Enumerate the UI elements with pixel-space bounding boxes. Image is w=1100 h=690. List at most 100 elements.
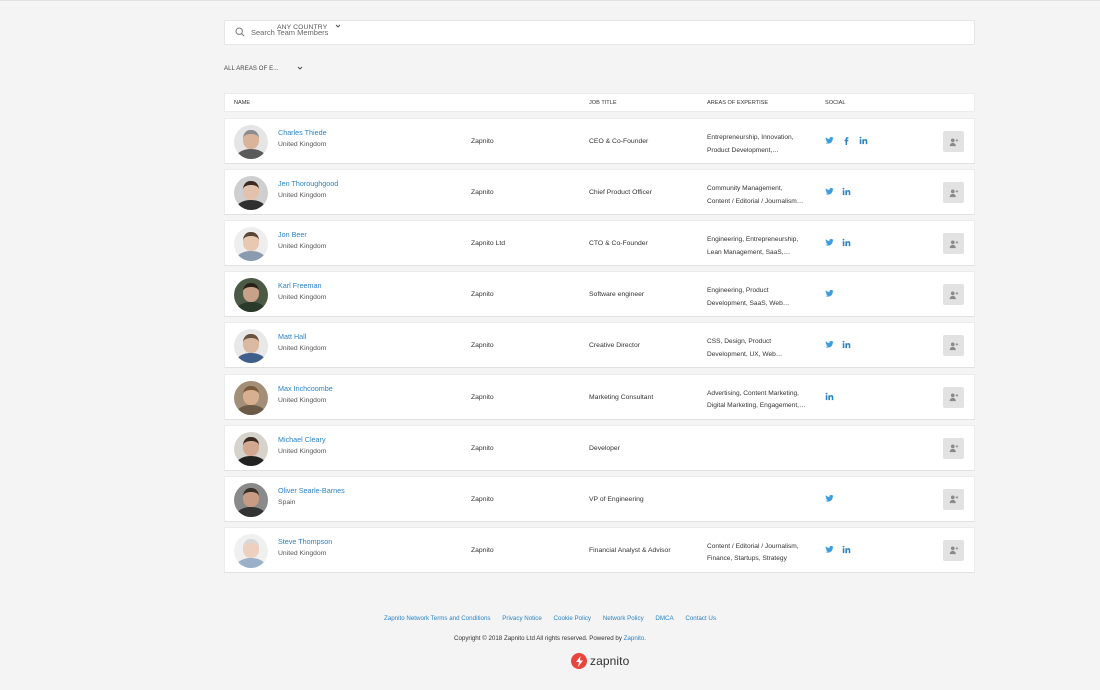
country-filter[interactable]: ANY COUNTRY <box>277 22 975 32</box>
footer-link-contact[interactable]: Contact Us <box>685 615 716 622</box>
follow-button[interactable] <box>943 335 964 357</box>
expertise-line: Digital Marketing, Engagement,… <box>707 402 806 409</box>
member-expertise: Engineering, Entrepreneurship, Lean Manag… <box>707 234 817 259</box>
avatar[interactable] <box>234 227 268 262</box>
expertise-line: Development, SaaS, Web… <box>707 299 790 307</box>
member-job-title: Marketing Consultant <box>589 393 654 401</box>
expertise-line: Entrepreneurship, Innovation, <box>707 134 794 141</box>
avatar[interactable] <box>234 533 268 568</box>
follow-button[interactable] <box>943 386 964 408</box>
avatar[interactable] <box>234 431 268 466</box>
member-country: United Kingdom <box>278 345 327 353</box>
member-row: Jon Beer United Kingdom Zapnito Ltd CTO … <box>224 220 975 267</box>
twitter-icon[interactable] <box>825 545 834 554</box>
member-social-links <box>825 238 859 247</box>
avatar[interactable] <box>234 329 268 364</box>
footer-link-cookie[interactable]: Cookie Policy <box>554 615 592 622</box>
powered-by-link[interactable]: Zapnito. <box>624 635 646 642</box>
member-country: United Kingdom <box>278 549 327 557</box>
member-row: Matt Hall United Kingdom Zapnito Creativ… <box>224 322 975 369</box>
follow-button[interactable] <box>943 182 964 204</box>
member-country: Spain <box>278 498 296 506</box>
expertise-line: Engineering, Product <box>707 287 769 295</box>
member-expertise: Content / Editorial / Journalism, Finance… <box>707 541 817 566</box>
avatar[interactable] <box>234 380 268 415</box>
avatar[interactable] <box>234 278 268 313</box>
add-user-icon <box>949 392 959 402</box>
member-name-link[interactable]: Jon Beer <box>278 230 307 239</box>
member-company: Zapnito <box>471 495 494 503</box>
linkedin-icon[interactable] <box>842 238 851 247</box>
twitter-icon[interactable] <box>825 340 834 349</box>
member-company: Zapnito <box>471 138 494 145</box>
member-job-title: Financial Analyst & Advisor <box>589 546 671 554</box>
footer-link-dmca[interactable]: DMCA <box>655 615 673 622</box>
member-social-links <box>825 136 876 145</box>
member-name-link[interactable]: Karl Freeman <box>278 281 322 290</box>
member-country: United Kingdom <box>278 243 327 251</box>
expertise-line: Lean Management, SaaS,… <box>707 248 791 256</box>
footer-link-network-policy[interactable]: Network Policy <box>603 615 644 622</box>
avatar[interactable] <box>234 176 268 211</box>
follow-button[interactable] <box>943 437 964 459</box>
follow-button[interactable] <box>943 131 964 152</box>
footer-link-privacy[interactable]: Privacy Notice <box>502 615 542 622</box>
member-job-title: Chief Product Officer <box>589 189 652 197</box>
avatar[interactable] <box>234 482 268 517</box>
logo-wordmark: zapnito <box>590 654 630 668</box>
member-name-link[interactable]: Michael Cleary <box>278 435 326 444</box>
member-social-links <box>825 392 842 401</box>
country-filter-value: ANY COUNTRY <box>277 23 328 31</box>
twitter-icon[interactable] <box>825 136 834 145</box>
member-social-links <box>825 494 842 503</box>
expertise-line: Engineering, Entrepreneurship, <box>707 236 799 244</box>
linkedin-icon[interactable] <box>842 187 851 196</box>
linkedin-icon[interactable] <box>842 545 851 554</box>
member-company: Zapnito <box>471 342 494 350</box>
follow-button[interactable] <box>943 539 964 561</box>
top-divider <box>0 0 1100 1</box>
twitter-icon[interactable] <box>825 289 834 298</box>
member-row: Steve Thompson United Kingdom Zapnito Fi… <box>224 526 975 573</box>
member-row: Jen Thoroughgood United Kingdom Zapnito … <box>224 169 975 216</box>
footer-link-terms[interactable]: Zapnito Network Terms and Conditions <box>384 615 491 622</box>
member-expertise: Entrepreneurship, Innovation, Product Dev… <box>707 132 817 157</box>
chevron-down-icon <box>335 23 341 31</box>
linkedin-icon[interactable] <box>859 136 868 145</box>
add-user-icon <box>949 341 959 351</box>
member-name-link[interactable]: Matt Hall <box>278 332 306 341</box>
avatar[interactable] <box>234 125 268 159</box>
member-row: Max Inchcoombe United Kingdom Zapnito Ma… <box>224 373 975 420</box>
column-header-job-title: JOB TITLE <box>589 100 617 106</box>
member-job-title: VP of Engineering <box>589 495 644 503</box>
search-icon <box>235 26 245 39</box>
facebook-icon[interactable] <box>842 136 851 145</box>
member-name-link[interactable]: Oliver Searle-Barnes <box>278 486 345 495</box>
member-company: Zapnito <box>471 393 494 401</box>
twitter-icon[interactable] <box>825 238 834 247</box>
member-job-title: Software engineer <box>589 291 645 299</box>
column-header-social: SOCIAL <box>825 100 846 106</box>
member-name-link[interactable]: Steve Thompson <box>278 537 332 546</box>
zapnito-logo[interactable]: zapnito <box>571 653 629 669</box>
add-user-icon <box>949 137 959 147</box>
member-job-title: CTO & Co-Founder <box>589 240 648 248</box>
member-job-title: CEO & Co-Founder <box>589 138 649 145</box>
twitter-icon[interactable] <box>825 187 834 196</box>
follow-button[interactable] <box>943 284 964 306</box>
member-name-link[interactable]: Max Inchcoombe <box>278 384 333 393</box>
member-row: Charles Thiede United Kingdom Zapnito CE… <box>224 118 975 164</box>
member-job-title: Creative Director <box>589 342 640 350</box>
area-of-expertise-filter[interactable]: ALL AREAS OF E... <box>224 64 303 74</box>
expertise-line: CSS, Design, Product <box>707 338 772 346</box>
follow-button[interactable] <box>943 488 964 510</box>
twitter-icon[interactable] <box>825 494 834 503</box>
linkedin-icon[interactable] <box>825 392 834 401</box>
member-country: United Kingdom <box>278 192 327 200</box>
linkedin-icon[interactable] <box>842 340 851 349</box>
column-header-expertise: AREAS OF EXPERTISE <box>707 100 769 106</box>
member-name-link[interactable]: Charles Thiede <box>278 128 327 137</box>
expertise-line: Content / Editorial / Journalism… <box>707 197 804 205</box>
member-name-link[interactable]: Jen Thoroughgood <box>278 179 338 188</box>
follow-button[interactable] <box>943 233 964 255</box>
